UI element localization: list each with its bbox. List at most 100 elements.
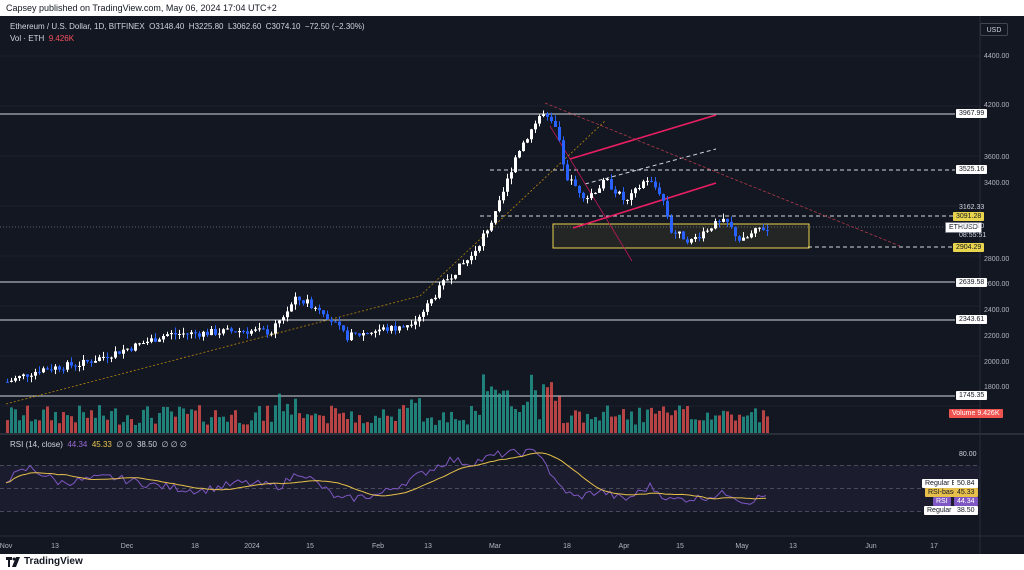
candle-body xyxy=(710,228,713,231)
volume-bar xyxy=(702,420,705,433)
candle-body xyxy=(310,299,313,309)
price-tick: 2200.00 xyxy=(984,333,1009,340)
time-tick: Jun xyxy=(865,543,876,550)
volume-bar xyxy=(322,415,325,433)
rsi-axis-80: 80.00 xyxy=(959,451,977,458)
volume-bar xyxy=(486,391,489,433)
volume-bar xyxy=(390,416,393,433)
candle-body xyxy=(74,365,77,367)
volume-bar xyxy=(198,405,201,433)
candle-body xyxy=(590,193,593,199)
volume-bar xyxy=(58,423,61,433)
candle-body xyxy=(294,296,297,305)
volume-bar xyxy=(330,405,333,433)
volume-bar xyxy=(306,414,309,433)
volume-bar xyxy=(386,415,389,433)
volume-bar xyxy=(110,411,113,433)
candle-body xyxy=(150,338,153,342)
volume-bar xyxy=(262,420,265,433)
price-tick: 2600.00 xyxy=(984,281,1009,288)
time-tick: Dec xyxy=(121,543,134,550)
volume-bar xyxy=(206,424,209,433)
volume-bar xyxy=(450,411,453,433)
candle-body xyxy=(494,211,497,223)
chart-area[interactable]: Ethereum / U.S. Dollar, 1D, BITFINEX O31… xyxy=(0,16,1024,554)
candle-body xyxy=(402,326,405,328)
volume-bar xyxy=(638,407,641,433)
channel-mid-line xyxy=(584,148,717,185)
candle-body xyxy=(82,359,85,366)
candle-body xyxy=(438,285,441,298)
candle-body xyxy=(66,362,69,370)
uptrend-line-2 xyxy=(419,120,606,297)
candle-body xyxy=(546,114,549,117)
candle-body xyxy=(658,187,661,195)
volume-bar xyxy=(598,420,601,433)
volume-bar xyxy=(254,412,257,433)
volume-bar xyxy=(26,405,29,433)
rsi-pane xyxy=(0,448,980,512)
candle-body xyxy=(394,325,397,331)
candle-body xyxy=(702,231,705,239)
rsi-label-ma-value: 45.33 xyxy=(954,488,978,497)
candle-body xyxy=(650,180,653,182)
candle-body xyxy=(338,321,341,326)
candle-body xyxy=(474,250,477,256)
candle-body xyxy=(230,328,233,332)
volume-bar xyxy=(370,422,373,433)
price-tick: 4200.00 xyxy=(984,102,1009,109)
candle-body xyxy=(282,317,285,321)
time-tick: 13 xyxy=(51,543,59,550)
candle-body xyxy=(446,279,449,281)
time-tick: 18 xyxy=(563,543,571,550)
price-tick: 2400.00 xyxy=(984,307,1009,314)
candle-body xyxy=(102,356,105,358)
candle-body xyxy=(406,325,409,328)
candle-body xyxy=(530,129,533,140)
volume-bar xyxy=(278,393,281,433)
volume-bar xyxy=(658,410,661,433)
volume-bar xyxy=(22,415,25,433)
volume-bar xyxy=(706,412,709,433)
price-chart[interactable]: 4400.00 4200.00 3600.00 3400.00 2800.00 2600.… xyxy=(0,16,1024,554)
candle-body xyxy=(146,341,149,344)
candle-body xyxy=(634,188,637,194)
volume-bar xyxy=(462,419,465,433)
candle-body xyxy=(6,381,9,383)
volume-bar xyxy=(766,416,769,433)
candle-body xyxy=(234,331,237,333)
candle-body xyxy=(278,320,281,324)
candle-body xyxy=(134,343,137,351)
volume-bar xyxy=(554,400,557,433)
candle-body xyxy=(298,296,301,301)
volume-bar xyxy=(42,409,45,433)
volume-bar xyxy=(294,398,297,433)
candle-body xyxy=(366,333,369,335)
candle-body xyxy=(198,333,201,337)
candle-body xyxy=(726,218,729,222)
time-tick: 18 xyxy=(191,543,199,550)
level-label-1745: 1745.35 xyxy=(956,391,988,400)
candle-body xyxy=(606,179,609,181)
candle-body xyxy=(630,193,633,200)
volume-bar xyxy=(266,405,269,433)
volume-bar xyxy=(366,422,369,433)
candle-body xyxy=(334,321,337,323)
rsi-bull-legend-value: 38.50 xyxy=(136,440,157,449)
volume-bar xyxy=(182,408,185,433)
volume-bar xyxy=(414,402,417,433)
volume-bar xyxy=(406,407,409,433)
tradingview-logo[interactable]: TradingView xyxy=(6,556,83,567)
volume-bar xyxy=(710,419,713,433)
volume-bar xyxy=(650,407,653,433)
volume-bar xyxy=(466,424,469,433)
candle-body xyxy=(422,311,425,317)
volume-bar xyxy=(118,424,121,433)
volume-bar xyxy=(582,422,585,433)
volume-bar xyxy=(146,406,149,433)
price-tick: 2000.00 xyxy=(984,359,1009,366)
volume-bar xyxy=(378,417,381,433)
candle-body xyxy=(698,237,701,239)
candle-body xyxy=(610,179,613,190)
candle-body xyxy=(262,328,265,330)
